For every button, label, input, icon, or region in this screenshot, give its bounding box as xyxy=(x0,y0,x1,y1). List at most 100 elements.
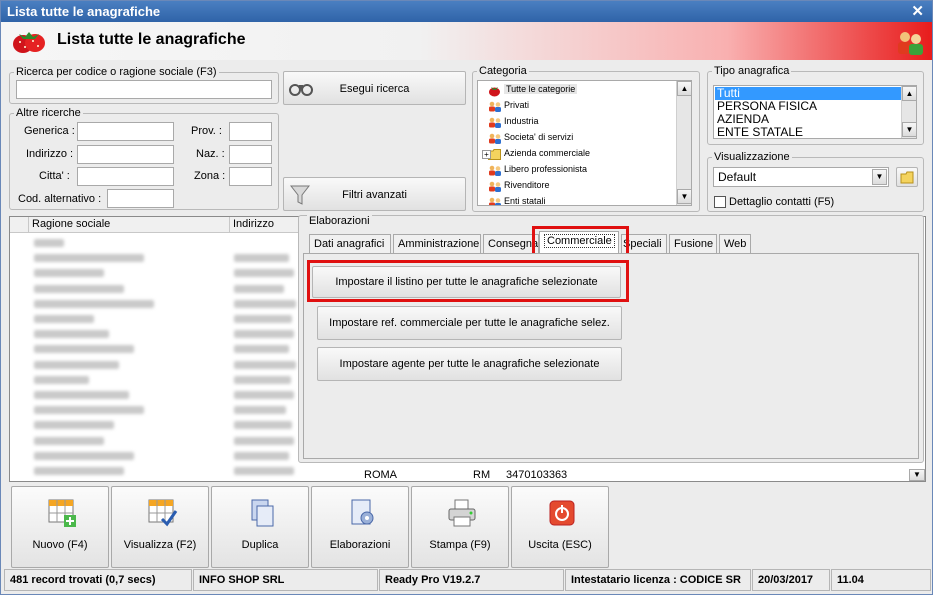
uscita-button[interactable]: Uscita (ESC) xyxy=(511,486,609,568)
grid-cell-redacted xyxy=(34,315,94,323)
zona-input[interactable] xyxy=(229,167,272,186)
search-input[interactable] xyxy=(16,80,272,99)
other-search-legend: Altre ricerche xyxy=(16,107,81,119)
tipo-list[interactable]: Tutti PERSONA FISICA AZIENDA ENTE STATAL… xyxy=(713,85,917,139)
categoria-item[interactable]: Tutte le categorie xyxy=(504,84,578,94)
view-grid-icon xyxy=(148,499,178,527)
grid-cell-redacted xyxy=(234,299,296,308)
close-icon[interactable]: ✕ xyxy=(911,2,924,20)
grid-cell-redacted xyxy=(234,375,291,384)
grid-cell-redacted xyxy=(34,467,124,475)
header-banner: Lista tutte le anagrafiche xyxy=(1,22,932,60)
printer-icon xyxy=(448,499,476,527)
open-folder-button[interactable] xyxy=(896,167,918,187)
grid-cell-redacted xyxy=(34,436,104,445)
chevron-down-icon[interactable]: ▼ xyxy=(872,169,887,185)
citta-input[interactable] xyxy=(77,167,174,186)
categoria-item[interactable]: Industria xyxy=(504,116,539,126)
categoria-item[interactable]: Rivenditore xyxy=(504,180,550,190)
people-icon xyxy=(488,165,501,176)
categoria-item[interactable]: Libero professionista xyxy=(504,164,587,174)
page-title: Lista tutte le anagrafiche xyxy=(57,31,246,48)
grid-cell-redacted xyxy=(34,451,134,460)
indirizzo-input[interactable] xyxy=(77,145,174,164)
binoculars-icon xyxy=(289,84,313,96)
stampa-button[interactable]: Stampa (F9) xyxy=(411,486,509,568)
grid-cell-redacted xyxy=(34,299,154,308)
categoria-scrollbar[interactable]: ▲ ▼ xyxy=(676,81,691,205)
dettaglio-checkbox[interactable] xyxy=(714,196,726,208)
grid-cell-redacted xyxy=(234,284,284,293)
tab-web[interactable]: Web xyxy=(719,234,751,254)
search-button[interactable]: Esegui ricerca xyxy=(283,71,466,105)
grid-cell-redacted xyxy=(234,269,294,278)
indirizzo-label: Indirizzo : xyxy=(26,148,74,160)
tab-fusione[interactable]: Fusione xyxy=(669,234,717,254)
scroll-down-icon[interactable]: ▼ xyxy=(909,469,925,481)
stampa-label: Stampa (F9) xyxy=(429,539,491,551)
visualizzazione-select[interactable]: Default ▼ xyxy=(713,167,889,187)
folder-icon: + xyxy=(482,149,501,160)
categoria-tree[interactable]: Tutte le categorie Privati Industria Societ… xyxy=(477,80,692,206)
grid-cell-redacted xyxy=(234,406,286,415)
scroll-up-icon[interactable]: ▲ xyxy=(677,81,691,96)
status-company: INFO SHOP SRL xyxy=(193,569,378,591)
naz-input[interactable] xyxy=(229,145,272,164)
tab-consegna[interactable]: Consegna xyxy=(483,234,539,254)
prov-label: Prov. : xyxy=(191,125,222,137)
cell-citta: ROMA xyxy=(364,469,397,481)
cod-alt-label: Cod. alternativo : xyxy=(18,193,102,205)
prov-input[interactable] xyxy=(229,122,272,141)
grid-row-header xyxy=(10,217,29,233)
grid-cell-redacted xyxy=(34,345,134,354)
cell-telefono: 3470103363 xyxy=(506,469,568,481)
elaborazioni-label: Elaborazioni xyxy=(329,539,391,551)
cod-alt-input[interactable] xyxy=(107,189,174,208)
generica-label: Generica : xyxy=(24,125,75,137)
categoria-item[interactable]: Enti statali xyxy=(504,196,546,205)
visualizza-button[interactable]: Visualizza (F2) xyxy=(111,486,209,568)
scroll-up-icon[interactable]: ▲ xyxy=(902,86,916,101)
button-highlight xyxy=(307,260,629,302)
grid-cell-redacted xyxy=(234,345,289,354)
uscita-label: Uscita (ESC) xyxy=(528,539,592,551)
scroll-down-icon[interactable]: ▼ xyxy=(677,189,691,204)
col-ragione-sociale[interactable]: Ragione sociale xyxy=(29,217,230,233)
filter-button[interactable]: Filtri avanzati xyxy=(283,177,466,211)
power-icon xyxy=(549,500,575,526)
generica-input[interactable] xyxy=(77,122,174,141)
status-license: Intestatario licenza : CODICE SR xyxy=(565,569,751,591)
duplica-button[interactable]: Duplica xyxy=(211,486,309,568)
expand-icon[interactable]: + xyxy=(482,150,491,159)
grid-cell-redacted xyxy=(234,315,292,323)
grid-cell-redacted xyxy=(34,421,114,430)
visualizzazione-value: Default xyxy=(718,170,757,184)
people-icon xyxy=(488,133,501,144)
tipo-item[interactable]: ENTE STATALE xyxy=(717,126,803,139)
set-ref-commerciale-button[interactable]: Impostare ref. commerciale per tutte le … xyxy=(317,306,622,340)
grid-cell-redacted xyxy=(234,330,294,339)
set-agente-button[interactable]: Impostare agente per tutte le anagrafich… xyxy=(317,347,622,381)
categoria-item[interactable]: Societa' di servizi xyxy=(504,132,573,142)
status-date: 20/03/2017 xyxy=(752,569,830,591)
nuovo-button[interactable]: Nuovo (F4) xyxy=(11,486,109,568)
grid-cell-redacted xyxy=(234,436,294,445)
gear-document-icon xyxy=(351,499,374,525)
status-version: Ready Pro V19.2.7 xyxy=(379,569,564,591)
scroll-down-icon[interactable]: ▼ xyxy=(902,122,916,137)
tab-amministrazione[interactable]: Amministrazione xyxy=(393,234,481,254)
main-window: Lista tutte le anagrafiche ✕ Lista tutte… xyxy=(0,0,933,595)
categoria-item[interactable]: Privati xyxy=(504,100,529,110)
grid-cell-redacted xyxy=(34,360,119,369)
categoria-item[interactable]: Azienda commerciale xyxy=(504,148,590,158)
duplica-label: Duplica xyxy=(241,539,279,551)
elaborazioni-button[interactable]: Elaborazioni xyxy=(311,486,409,568)
strawberry-icon xyxy=(488,85,501,97)
visualizza-label: Visualizza (F2) xyxy=(123,539,197,551)
tab-dati-anagrafici[interactable]: Dati anagrafici xyxy=(309,234,391,254)
search-legend: Ricerca per codice o ragione sociale (F3… xyxy=(16,66,217,78)
tipo-scrollbar[interactable]: ▲ ▼ xyxy=(901,86,916,138)
grid-cell-redacted xyxy=(34,239,64,247)
grid-cell-redacted xyxy=(234,391,294,399)
grid-cell-redacted xyxy=(234,360,296,369)
